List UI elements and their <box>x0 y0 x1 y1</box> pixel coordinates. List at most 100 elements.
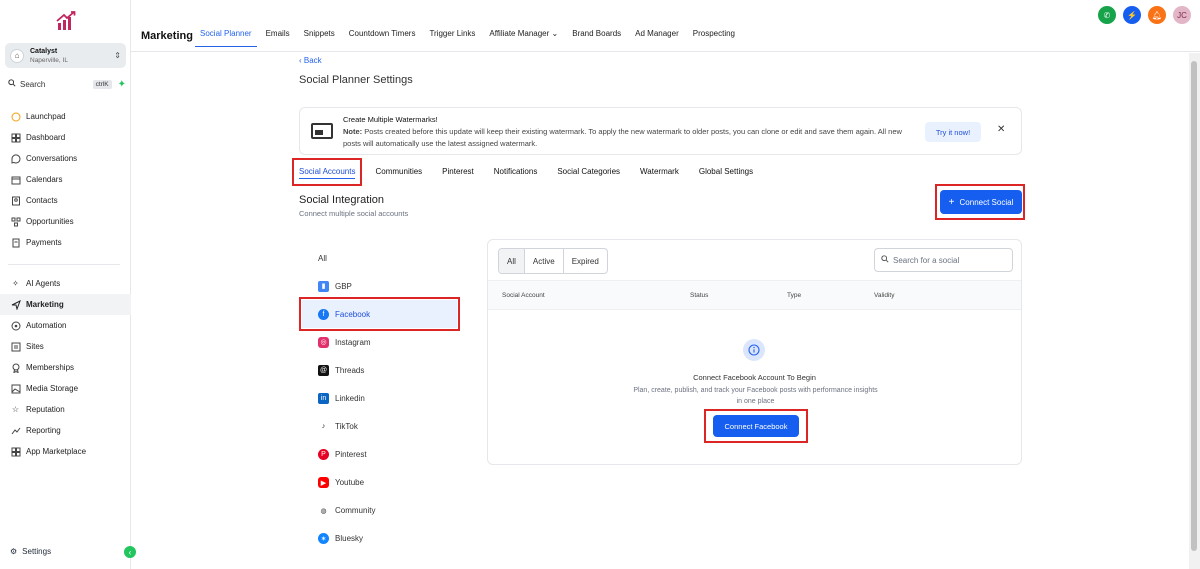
contacts-icon <box>10 195 21 206</box>
instagram-icon: ◎ <box>318 336 329 348</box>
star-icon: ☆ <box>11 405 20 414</box>
tiktok-icon: ♪ <box>318 421 329 433</box>
filter-expired[interactable]: Expired <box>564 249 607 273</box>
plus-icon: + <box>948 196 955 208</box>
sidebar-item-calendars[interactable]: Calendars <box>0 169 131 190</box>
image-icon <box>10 383 21 394</box>
back-link[interactable]: ‹ Back <box>299 56 322 65</box>
page-scrollbar[interactable] <box>1189 53 1200 569</box>
tab-emails[interactable]: Emails <box>266 29 290 47</box>
calendar-icon <box>10 174 21 185</box>
app-root: ⌂ Catalyst Naperville, IL ⇕ Search ctrlK… <box>0 0 1200 569</box>
social-search-input[interactable]: Search for a social <box>874 248 1013 272</box>
membership-icon <box>10 362 21 373</box>
sparkle-icon: ✧ <box>12 279 19 288</box>
connect-facebook-button[interactable]: Connect Facebook <box>713 415 799 437</box>
platform-list: All ▮ GBP f Facebook ◎ Instagram @ Threads i… <box>299 244 460 553</box>
scrollbar-thumb[interactable] <box>1191 61 1197 551</box>
tab-communities[interactable]: Communities <box>370 160 427 184</box>
send-icon <box>10 299 21 310</box>
platform-threads[interactable]: @ Threads <box>299 356 459 384</box>
try-it-now-button[interactable]: Try it now! <box>925 122 981 142</box>
tab-countdown-timers[interactable]: Countdown Timers <box>349 29 416 47</box>
connect-social-button[interactable]: + Connect Social <box>940 190 1022 214</box>
tab-snippets[interactable]: Snippets <box>304 29 335 47</box>
platform-tiktok[interactable]: ♪ TikTok <box>299 413 459 441</box>
platform-community[interactable]: ◍ Community <box>299 497 459 525</box>
col-validity: Validity <box>874 292 895 299</box>
sidebar-item-marketing[interactable]: Marketing <box>0 294 131 315</box>
tab-social-planner[interactable]: Social Planner <box>195 29 257 47</box>
platform-all[interactable]: All <box>299 244 459 272</box>
platform-gbp[interactable]: ▮ GBP <box>299 272 459 300</box>
sidebar-item-settings[interactable]: ⚙ Settings <box>0 541 131 561</box>
sidebar-item-ai-agents[interactable]: ✧ AI Agents <box>0 273 131 294</box>
table-header: Social Account Status Type Validity <box>488 280 1021 310</box>
filter-all[interactable]: All <box>499 249 525 273</box>
linkedin-icon: in <box>318 393 329 405</box>
top-tabs: Social Planner Emails Snippets Countdown… <box>195 29 749 47</box>
sidebar-item-automation[interactable]: Automation <box>0 315 131 336</box>
sidebar-item-dashboard[interactable]: Dashboard <box>0 127 131 148</box>
sidebar-item-launchpad[interactable]: Launchpad <box>0 106 131 127</box>
phone-icon[interactable]: ✆ <box>1098 6 1116 24</box>
main-content: ‹ Back Social Planner Settings Create Mu… <box>131 53 1191 569</box>
tab-brand-boards[interactable]: Brand Boards <box>572 29 621 47</box>
sidebar-item-memberships[interactable]: Memberships <box>0 357 131 378</box>
banner-title: Create Multiple Watermarks! <box>343 115 438 124</box>
logo-icon[interactable] <box>55 10 77 32</box>
tab-social-categories[interactable]: Social Categories <box>552 160 625 184</box>
filter-active[interactable]: Active <box>525 249 564 273</box>
settings-tabs: Social Accounts Communities Pinterest No… <box>291 158 768 186</box>
avatar[interactable]: JC <box>1173 6 1191 24</box>
search-icon <box>881 255 889 265</box>
account-switcher[interactable]: ⌂ Catalyst Naperville, IL ⇕ <box>5 43 126 68</box>
bell-icon[interactable]: 🔔︎ <box>1148 6 1166 24</box>
tab-ad-manager[interactable]: Ad Manager <box>635 29 679 47</box>
connect-facebook-highlight: Connect Facebook <box>704 409 808 443</box>
platform-youtube[interactable]: ▶ Youtube <box>299 469 459 497</box>
sidebar-item-app-marketplace[interactable]: App Marketplace <box>0 441 131 462</box>
sidebar-item-reporting[interactable]: Reporting <box>0 420 131 441</box>
tab-notifications[interactable]: Notifications <box>489 160 543 184</box>
platform-pinterest[interactable]: P Pinterest <box>299 441 459 469</box>
platform-instagram[interactable]: ◎ Instagram <box>299 328 459 356</box>
col-type: Type <box>787 292 802 299</box>
page-title: Social Planner Settings <box>299 74 413 86</box>
tab-trigger-links[interactable]: Trigger Links <box>429 29 475 47</box>
tab-global-settings[interactable]: Global Settings <box>694 160 758 184</box>
search-placeholder: Search for a social <box>893 255 960 265</box>
sidebar-item-conversations[interactable]: Conversations <box>0 148 131 169</box>
sidebar-item-opportunities[interactable]: Opportunities <box>0 211 131 232</box>
sidebar-item-contacts[interactable]: Contacts <box>0 190 131 211</box>
tab-pinterest[interactable]: Pinterest <box>437 160 479 184</box>
close-icon[interactable]: ✕ <box>997 124 1005 135</box>
sidebar-search[interactable]: Search ctrlK ✦ <box>8 77 126 91</box>
gbp-icon: ▮ <box>318 280 329 292</box>
sidebar-item-media-storage[interactable]: Media Storage <box>0 378 131 399</box>
gear-icon: ⚙ <box>10 546 18 556</box>
account-name: Catalyst <box>30 47 58 55</box>
apps-icon <box>10 446 21 457</box>
quick-action-icon[interactable]: ⚡ <box>1123 6 1141 24</box>
tab-social-accounts[interactable]: Social Accounts <box>291 158 363 186</box>
platform-bluesky[interactable]: ✶ Bluesky <box>299 525 459 553</box>
col-status: Status <box>690 292 709 299</box>
threads-icon: @ <box>318 364 329 376</box>
sidebar-item-payments[interactable]: Payments <box>0 232 131 253</box>
sidebar-item-sites[interactable]: Sites <box>0 336 131 357</box>
sidebar-item-reputation[interactable]: ☆ Reputation <box>0 399 131 420</box>
tab-affiliate-manager[interactable]: Affiliate Manager ⌄ <box>489 29 558 47</box>
topbar: Marketing Social Planner Emails Snippets… <box>131 0 1200 52</box>
platform-facebook[interactable]: f Facebook <box>299 297 460 332</box>
account-location: Naperville, IL <box>30 56 68 64</box>
section-title: Marketing <box>141 30 193 42</box>
platform-linkedin[interactable]: in Linkedin <box>299 384 459 412</box>
tab-prospecting[interactable]: Prospecting <box>693 29 735 47</box>
trend-icon <box>10 425 21 436</box>
facebook-icon: f <box>318 308 329 320</box>
tab-watermark[interactable]: Watermark <box>635 160 684 184</box>
nav-divider <box>8 264 120 265</box>
bolt-icon[interactable]: ✦ <box>118 79 126 90</box>
sites-icon <box>10 341 21 352</box>
